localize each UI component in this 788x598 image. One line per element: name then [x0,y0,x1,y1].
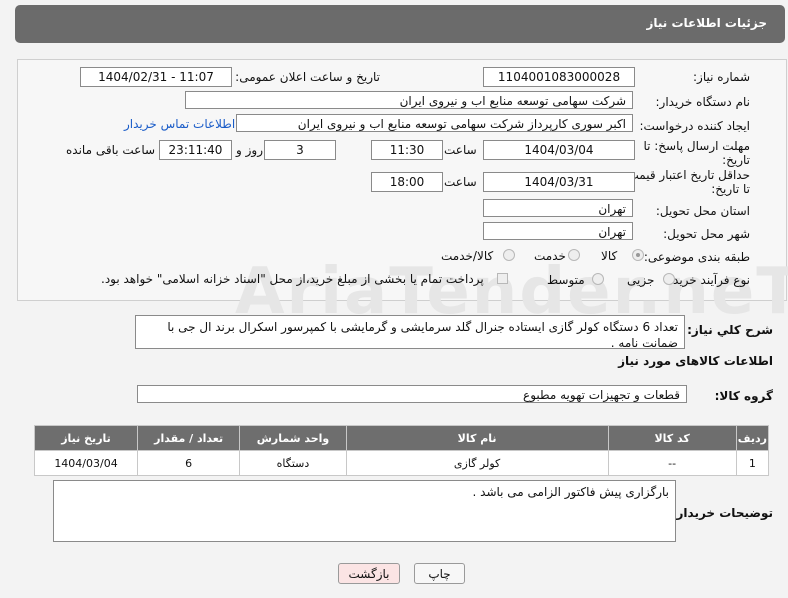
buyer-notes-label: توضیحات خریدار: [671,506,773,520]
column-quantity: تعداد / مقدار [137,425,241,451]
category-radio-both[interactable] [503,249,515,261]
contact-buyer-link[interactable]: اطلاعات تماس خریدار [124,117,235,131]
cell-quantity: 6 [137,450,241,476]
province-field[interactable]: تهران [483,199,633,217]
cell-need-date: 1404/03/04 [33,450,139,476]
cell-unit: دستگاه [239,450,347,476]
category-radio-service[interactable] [568,249,580,261]
days-label: روز و [236,143,263,157]
goods-table-header: تاریخ نیاز تعداد / مقدار واحد شمارش نام … [33,425,770,451]
goods-section-title: اطلاعات کالاهای مورد نیاز [618,354,773,368]
cell-goods-name: کولر گازی [345,450,609,476]
deadline-label: مهلت ارسال پاسخ: تا [643,139,750,153]
column-need-date: تاریخ نیاز [33,425,139,451]
need-number-field[interactable]: 1104001083000028 [483,67,635,87]
need-number-label: شماره نیاز: [693,70,750,84]
announce-label: تاریخ و ساعت اعلان عمومی: [235,70,380,84]
back-button[interactable]: بازگشت [338,563,400,584]
remaining-time-field[interactable]: 23:11:40 [159,140,232,160]
cell-row: 1 [735,450,770,476]
price-time-label: ساعت [444,175,477,189]
process-radio-minor[interactable] [663,273,675,285]
summary-textarea[interactable]: تعداد 6 دستگاه کولر گازی ایستاده جنرال گ… [135,315,685,350]
cell-goods-code: -- [607,450,737,476]
process-option-minor: جزیی [627,273,655,287]
table-row[interactable]: 1404/03/04 6 دستگاه کولر گازی -- 1 [33,450,770,476]
summary-label: شرح کلي نياز: [687,323,773,337]
requester-field[interactable]: اکبر سوری کارپرداز شرکت سهامی توسعه مناب… [236,114,633,132]
goods-group-label: گروه کالا: [714,389,773,403]
price-time-field[interactable]: 18:00 [371,172,443,192]
price-date-field[interactable]: 1404/03/31 [483,172,635,192]
province-label: استان محل تحویل: [655,204,750,218]
print-button[interactable]: چاپ [414,563,465,584]
price-validity-label: حداقل تاریخ اعتبار قیمت: [623,168,750,182]
price-validity-label-2: تا تاریخ: [711,182,750,196]
page-title: جزئیات اطلاعات نیاز [646,16,767,30]
days-field[interactable]: 3 [264,140,336,160]
city-label: شهر محل تحویل: [663,227,750,241]
column-goods-code: کد کالا [607,425,737,451]
deadline-date-field[interactable]: 1404/03/04 [483,140,635,160]
process-label: نوع فرآیند خرید : [665,273,750,287]
category-radio-goods[interactable] [632,249,644,261]
goods-group-field[interactable]: قطعات و تجهیزات تهویه مطبوع [137,385,687,403]
announce-field[interactable]: 1404/02/31 - 11:07 [80,67,232,87]
category-option-both: کالا/خدمت [441,249,494,263]
remaining-label: ساعت باقی مانده [66,143,156,157]
goods-table: تاریخ نیاز تعداد / مقدار واحد شمارش نام … [33,425,770,476]
requester-label: ایجاد کننده درخواست: [639,119,750,133]
deadline-label-2: تاریخ: [722,153,750,167]
deadline-time-label: ساعت [444,143,477,157]
city-field[interactable]: تهران [483,222,633,240]
header-bar: جزئیات اطلاعات نیاز [15,5,785,43]
buyer-org-field[interactable]: شرکت سهامی توسعه منابع اب و نیروی ایران [185,91,633,109]
column-unit: واحد شمارش [239,425,347,451]
buyer-notes-textarea[interactable]: بارگزاری پیش فاکتور الزامی می باشد . [53,480,676,542]
treasury-payment-note: پرداخت تمام یا بخشی از مبلغ خرید،از محل … [101,272,484,286]
deadline-time-field[interactable]: 11:30 [371,140,443,160]
treasury-payment-checkbox[interactable] [497,273,508,284]
category-option-service: خدمت [534,249,566,263]
process-option-medium: متوسط [547,273,585,287]
category-label: طبقه بندی موضوعی: [643,250,750,264]
column-goods-name: نام کالا [345,425,609,451]
process-radio-medium[interactable] [592,273,604,285]
category-option-goods: کالا [601,249,618,263]
buyer-org-label: نام دستگاه خریدار: [655,95,751,109]
column-row: ردیف [735,425,770,451]
